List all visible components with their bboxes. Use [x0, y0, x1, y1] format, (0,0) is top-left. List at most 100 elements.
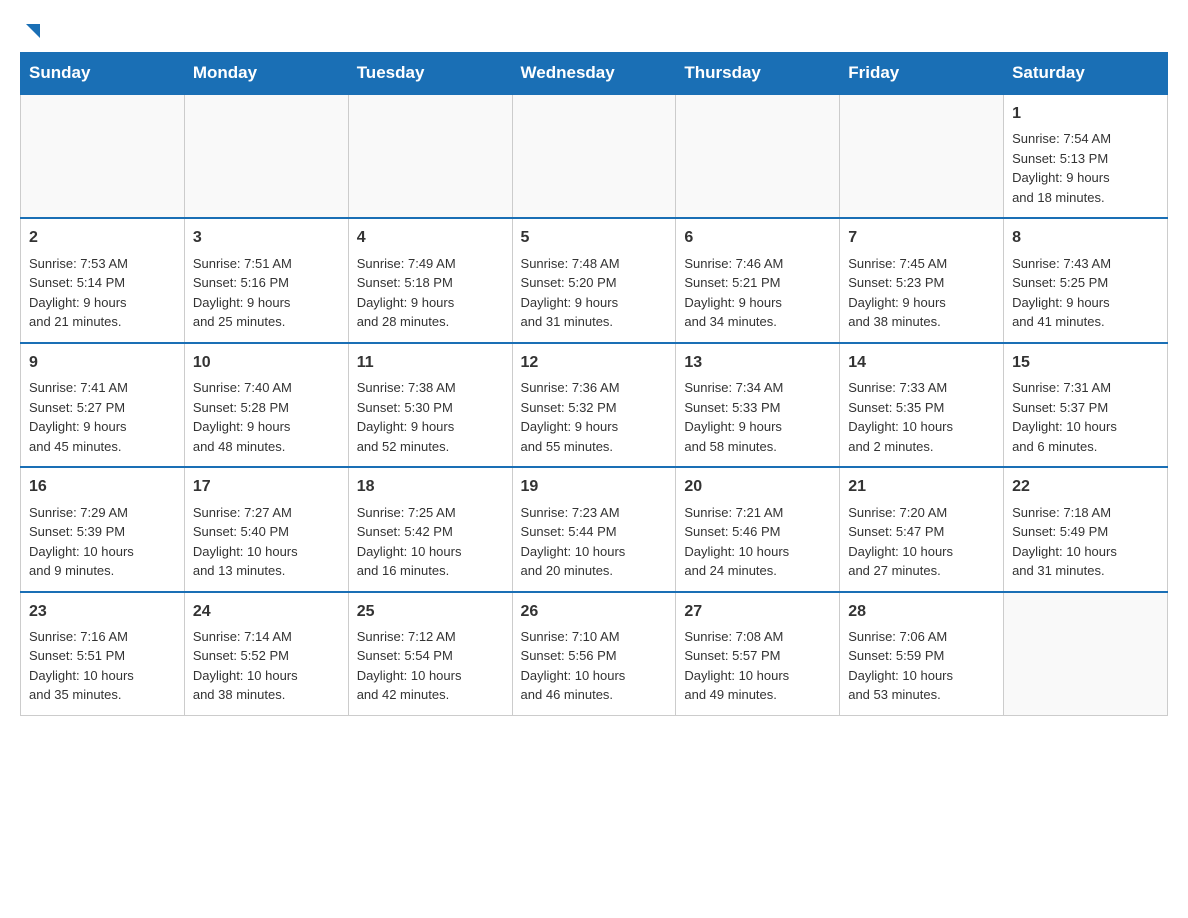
day-info: Sunrise: 7:21 AMSunset: 5:46 PMDaylight:… [684, 503, 831, 581]
day-number: 9 [29, 352, 176, 374]
calendar-cell: 16 Sunrise: 7:29 AMSunset: 5:39 PMDayligh… [21, 467, 185, 591]
day-info: Sunrise: 7:45 AMSunset: 5:23 PMDaylight:… [848, 254, 995, 332]
calendar-cell: 10 Sunrise: 7:40 AMSunset: 5:28 PMDayligh… [184, 343, 348, 467]
day-number: 14 [848, 352, 995, 374]
calendar-cell: 22 Sunrise: 7:18 AMSunset: 5:49 PMDayligh… [1004, 467, 1168, 591]
day-number: 13 [684, 352, 831, 374]
calendar-cell: 12Sunrise: 7:36 AMSunset: 5:32 PMDayligh… [512, 343, 676, 467]
calendar-cell: 1 Sunrise: 7:54 AMSunset: 5:13 PMDaylight… [1004, 94, 1168, 218]
calendar-cell [676, 94, 840, 218]
calendar-cell: 14 Sunrise: 7:33 AMSunset: 5:35 PMDayligh… [840, 343, 1004, 467]
calendar-cell: 21 Sunrise: 7:20 AMSunset: 5:47 PMDayligh… [840, 467, 1004, 591]
calendar-cell: 27 Sunrise: 7:08 AMSunset: 5:57 PMDayligh… [676, 592, 840, 716]
day-number: 27 [684, 601, 831, 623]
calendar-cell: 26 Sunrise: 7:10 AMSunset: 5:56 PMDayligh… [512, 592, 676, 716]
calendar-body: 1 Sunrise: 7:54 AMSunset: 5:13 PMDaylight… [21, 94, 1168, 715]
day-number: 21 [848, 476, 995, 498]
day-number: 16 [29, 476, 176, 498]
day-info: Sunrise: 7:16 AMSunset: 5:51 PMDaylight:… [29, 627, 176, 705]
day-number: 7 [848, 227, 995, 249]
calendar-cell: 25 Sunrise: 7:12 AMSunset: 5:54 PMDayligh… [348, 592, 512, 716]
logo [20, 20, 44, 42]
day-info: Sunrise: 7:12 AMSunset: 5:54 PMDaylight:… [357, 627, 504, 705]
day-info: Sunrise: 7:27 AMSunset: 5:40 PMDaylight:… [193, 503, 340, 581]
calendar-cell: 9 Sunrise: 7:41 AMSunset: 5:27 PMDaylight… [21, 343, 185, 467]
weekday-header-sunday: Sunday [21, 53, 185, 95]
calendar-cell: 28 Sunrise: 7:06 AMSunset: 5:59 PMDayligh… [840, 592, 1004, 716]
calendar-table: SundayMondayTuesdayWednesdayThursdayFrid… [20, 52, 1168, 716]
calendar-cell [184, 94, 348, 218]
day-number: 1 [1012, 103, 1159, 125]
calendar-cell: 5Sunrise: 7:48 AMSunset: 5:20 PMDaylight… [512, 218, 676, 342]
calendar-week-2: 2Sunrise: 7:53 AMSunset: 5:14 PMDaylight… [21, 218, 1168, 342]
calendar-cell: 18 Sunrise: 7:25 AMSunset: 5:42 PMDayligh… [348, 467, 512, 591]
day-number: 15 [1012, 352, 1159, 374]
day-number: 26 [521, 601, 668, 623]
day-number: 10 [193, 352, 340, 374]
day-number: 23 [29, 601, 176, 623]
calendar-cell [512, 94, 676, 218]
calendar-cell: 6 Sunrise: 7:46 AMSunset: 5:21 PMDaylight… [676, 218, 840, 342]
calendar-cell: 24 Sunrise: 7:14 AMSunset: 5:52 PMDayligh… [184, 592, 348, 716]
calendar-cell: 17 Sunrise: 7:27 AMSunset: 5:40 PMDayligh… [184, 467, 348, 591]
day-number: 17 [193, 476, 340, 498]
weekday-header-tuesday: Tuesday [348, 53, 512, 95]
calendar-cell: 20Sunrise: 7:21 AMSunset: 5:46 PMDayligh… [676, 467, 840, 591]
calendar-cell: 13 Sunrise: 7:34 AMSunset: 5:33 PMDayligh… [676, 343, 840, 467]
day-number: 11 [357, 352, 504, 374]
day-info: Sunrise: 7:10 AMSunset: 5:56 PMDaylight:… [521, 627, 668, 705]
calendar-cell: 8 Sunrise: 7:43 AMSunset: 5:25 PMDaylight… [1004, 218, 1168, 342]
day-number: 5 [521, 227, 668, 249]
day-info: Sunrise: 7:20 AMSunset: 5:47 PMDaylight:… [848, 503, 995, 581]
day-info: Sunrise: 7:36 AMSunset: 5:32 PMDaylight:… [521, 378, 668, 456]
calendar-cell: 7 Sunrise: 7:45 AMSunset: 5:23 PMDaylight… [840, 218, 1004, 342]
day-number: 22 [1012, 476, 1159, 498]
day-number: 2 [29, 227, 176, 249]
day-info: Sunrise: 7:08 AMSunset: 5:57 PMDaylight:… [684, 627, 831, 705]
day-info: Sunrise: 7:18 AMSunset: 5:49 PMDaylight:… [1012, 503, 1159, 581]
day-info: Sunrise: 7:23 AMSunset: 5:44 PMDaylight:… [521, 503, 668, 581]
calendar-week-4: 16 Sunrise: 7:29 AMSunset: 5:39 PMDayligh… [21, 467, 1168, 591]
day-info: Sunrise: 7:40 AMSunset: 5:28 PMDaylight:… [193, 378, 340, 456]
calendar-week-1: 1 Sunrise: 7:54 AMSunset: 5:13 PMDaylight… [21, 94, 1168, 218]
day-info: Sunrise: 7:29 AMSunset: 5:39 PMDaylight:… [29, 503, 176, 581]
day-info: Sunrise: 7:41 AMSunset: 5:27 PMDaylight:… [29, 378, 176, 456]
day-info: Sunrise: 7:31 AMSunset: 5:37 PMDaylight:… [1012, 378, 1159, 456]
weekday-row: SundayMondayTuesdayWednesdayThursdayFrid… [21, 53, 1168, 95]
logo-triangle-icon [22, 20, 44, 42]
day-info: Sunrise: 7:38 AMSunset: 5:30 PMDaylight:… [357, 378, 504, 456]
day-info: Sunrise: 7:25 AMSunset: 5:42 PMDaylight:… [357, 503, 504, 581]
day-number: 28 [848, 601, 995, 623]
day-number: 8 [1012, 227, 1159, 249]
day-number: 3 [193, 227, 340, 249]
day-number: 18 [357, 476, 504, 498]
calendar-week-5: 23 Sunrise: 7:16 AMSunset: 5:51 PMDayligh… [21, 592, 1168, 716]
calendar-cell [348, 94, 512, 218]
day-info: Sunrise: 7:14 AMSunset: 5:52 PMDaylight:… [193, 627, 340, 705]
weekday-header-friday: Friday [840, 53, 1004, 95]
calendar-cell: 15 Sunrise: 7:31 AMSunset: 5:37 PMDayligh… [1004, 343, 1168, 467]
day-number: 25 [357, 601, 504, 623]
weekday-header-thursday: Thursday [676, 53, 840, 95]
day-info: Sunrise: 7:51 AMSunset: 5:16 PMDaylight:… [193, 254, 340, 332]
weekday-header-saturday: Saturday [1004, 53, 1168, 95]
day-info: Sunrise: 7:34 AMSunset: 5:33 PMDaylight:… [684, 378, 831, 456]
day-info: Sunrise: 7:43 AMSunset: 5:25 PMDaylight:… [1012, 254, 1159, 332]
day-info: Sunrise: 7:54 AMSunset: 5:13 PMDaylight:… [1012, 129, 1159, 207]
day-number: 19 [521, 476, 668, 498]
calendar-cell [840, 94, 1004, 218]
day-info: Sunrise: 7:06 AMSunset: 5:59 PMDaylight:… [848, 627, 995, 705]
calendar-cell: 19 Sunrise: 7:23 AMSunset: 5:44 PMDayligh… [512, 467, 676, 591]
calendar-cell: 11 Sunrise: 7:38 AMSunset: 5:30 PMDayligh… [348, 343, 512, 467]
day-number: 6 [684, 227, 831, 249]
day-info: Sunrise: 7:33 AMSunset: 5:35 PMDaylight:… [848, 378, 995, 456]
calendar-cell: 4Sunrise: 7:49 AMSunset: 5:18 PMDaylight… [348, 218, 512, 342]
weekday-header-wednesday: Wednesday [512, 53, 676, 95]
calendar-header: SundayMondayTuesdayWednesdayThursdayFrid… [21, 53, 1168, 95]
calendar-cell [21, 94, 185, 218]
day-number: 4 [357, 227, 504, 249]
page-header [20, 20, 1168, 42]
calendar-cell: 3 Sunrise: 7:51 AMSunset: 5:16 PMDaylight… [184, 218, 348, 342]
day-info: Sunrise: 7:46 AMSunset: 5:21 PMDaylight:… [684, 254, 831, 332]
day-number: 24 [193, 601, 340, 623]
